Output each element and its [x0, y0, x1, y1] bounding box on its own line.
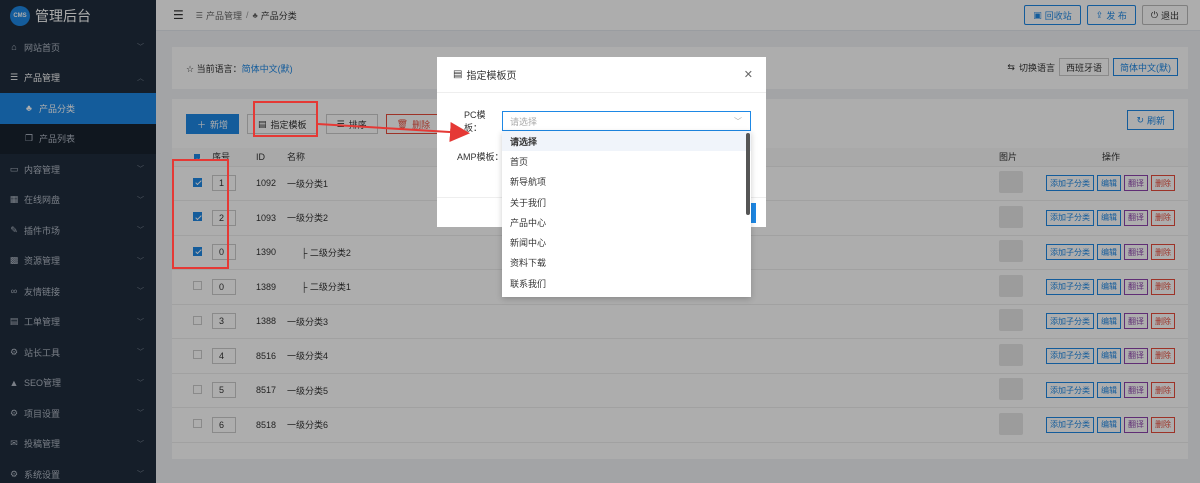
annotation-arrow — [317, 122, 470, 143]
